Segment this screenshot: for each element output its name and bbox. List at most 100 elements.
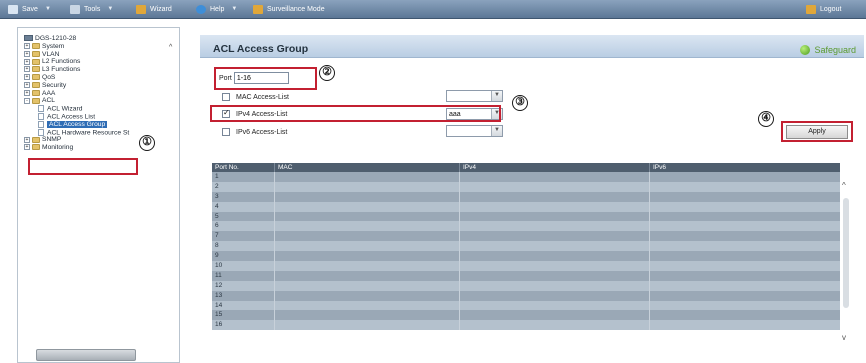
table-row: 12	[212, 280, 850, 291]
device-image	[36, 349, 136, 361]
table-cell	[460, 191, 650, 202]
scroll-up-icon[interactable]: ^	[842, 181, 846, 190]
scrollbar-thumb[interactable]	[843, 198, 849, 308]
annotation-number-2: ②	[319, 65, 335, 81]
table-cell	[275, 310, 460, 321]
table-cell	[460, 310, 650, 321]
save-menu[interactable]: Save ▼	[8, 3, 51, 15]
wizard-icon	[136, 4, 146, 14]
tree-item[interactable]: ACL Access Group	[24, 120, 174, 129]
expand-icon[interactable]: +	[24, 66, 30, 73]
help-menu[interactable]: Help ▼	[196, 3, 237, 15]
expand-icon[interactable]: +	[24, 144, 30, 151]
table-row: 7	[212, 231, 850, 242]
expand-icon[interactable]: +	[24, 58, 30, 65]
port-number-cell: 4	[212, 201, 275, 212]
folder-icon	[32, 43, 40, 50]
logout-label: Logout	[820, 5, 842, 13]
tree-item[interactable]: ACL Wizard	[24, 105, 174, 113]
tree-item[interactable]: + AAA	[24, 90, 174, 98]
expand-icon[interactable]: +	[24, 82, 30, 89]
table-cell	[460, 270, 650, 281]
page-title: ACL Access Group	[213, 43, 309, 55]
tree-item-label: ACL Access List	[47, 113, 96, 121]
table-cell	[275, 191, 460, 202]
scroll-up-icon[interactable]: ^	[169, 44, 172, 51]
mac-access-list-checkbox[interactable]	[222, 93, 230, 101]
expand-icon[interactable]: +	[24, 50, 30, 57]
tree-item[interactable]: ACL Access List	[24, 112, 174, 121]
tree-item[interactable]: + System	[24, 43, 174, 51]
port-number-cell: 8	[212, 241, 275, 252]
tree-item[interactable]: + L2 Functions	[24, 58, 174, 66]
table-cell	[275, 251, 460, 262]
chevron-down-icon: ▼	[44, 6, 51, 12]
tools-menu[interactable]: Tools ▼	[70, 3, 113, 15]
tree-item[interactable]: + VLAN	[24, 51, 174, 59]
ipv6-access-list-checkbox[interactable]	[222, 128, 230, 136]
tree-item[interactable]: + Security	[24, 82, 174, 90]
port-number-cell: 11	[212, 270, 275, 281]
top-toolbar: Save ▼ Tools ▼ Wizard Help ▼ Surveillanc…	[0, 0, 866, 19]
expand-icon[interactable]: +	[24, 89, 30, 96]
collapse-icon[interactable]: -	[24, 97, 30, 104]
table-cell	[650, 201, 850, 212]
table-header: Port No. MAC IPv4 IPv6	[212, 163, 850, 172]
table-row: 11	[212, 270, 850, 281]
table-cell	[275, 172, 460, 182]
annotation-box-ipv4	[210, 105, 501, 122]
port-number-cell: 10	[212, 261, 275, 271]
ipv6-access-list-label: IPv6 Access-List	[236, 128, 288, 136]
column-header-mac: MAC	[275, 163, 460, 172]
wizard-button[interactable]: Wizard	[136, 3, 172, 15]
table-cell	[650, 261, 850, 271]
table-cell	[460, 231, 650, 242]
port-number-cell: 2	[212, 181, 275, 192]
table-row: 10	[212, 261, 850, 271]
table-cell	[650, 290, 850, 301]
table-row: 15	[212, 310, 850, 321]
scroll-down-icon[interactable]: v	[842, 333, 846, 342]
acl-group-table: Port No. MAC IPv4 IPv6 1 2 3 4 5 6 7 8 9 10 11 12 13…	[212, 163, 850, 331]
table-cell	[275, 201, 460, 212]
table-cell	[275, 290, 460, 301]
tree-item-label: QoS	[42, 73, 56, 81]
port-number-cell: 12	[212, 280, 275, 291]
switch-icon	[24, 35, 33, 42]
logout-icon	[806, 4, 816, 14]
table-cell	[460, 211, 650, 222]
surveillance-mode-button[interactable]: Surveillance Mode	[253, 3, 325, 15]
tree-item-label: ACL	[42, 97, 56, 105]
expand-icon[interactable]: +	[24, 74, 30, 81]
logout-button[interactable]: Logout	[806, 3, 841, 15]
chevron-down-icon: ▼	[491, 126, 502, 136]
table-cell	[650, 191, 850, 202]
table-cell	[460, 241, 650, 252]
folder-icon	[32, 74, 40, 81]
table-row: 1	[212, 172, 850, 182]
tree-item-label: L3 Functions	[42, 66, 81, 74]
tree-item[interactable]: + QoS	[24, 74, 174, 82]
expand-icon[interactable]: +	[24, 43, 30, 50]
tree-item[interactable]: - ACL	[24, 97, 174, 105]
tree-item-label: ACL Access Group	[47, 121, 108, 129]
tree-item[interactable]: DGS-1210-28	[24, 35, 174, 43]
table-row: 9	[212, 251, 850, 262]
expand-icon[interactable]: +	[24, 136, 30, 143]
mac-access-list-select[interactable]: ▼	[446, 90, 503, 102]
table-cell	[275, 231, 460, 242]
table-row: 4	[212, 201, 850, 212]
table-cell	[275, 211, 460, 222]
tree-item-label: SNMP	[42, 136, 62, 144]
chevron-down-icon: ▼	[107, 6, 114, 12]
table-row: 6	[212, 221, 850, 232]
tools-icon	[70, 4, 80, 14]
tree-item[interactable]: + L3 Functions	[24, 66, 174, 74]
table-row: 13	[212, 290, 850, 301]
port-number-cell: 13	[212, 290, 275, 301]
ipv6-access-list-select[interactable]: ▼	[446, 125, 503, 137]
table-scrollbar[interactable]: ^ v	[840, 163, 852, 351]
port-number-cell: 7	[212, 231, 275, 242]
mac-access-list-label: MAC Access-List	[236, 93, 289, 101]
table-cell	[650, 320, 850, 331]
